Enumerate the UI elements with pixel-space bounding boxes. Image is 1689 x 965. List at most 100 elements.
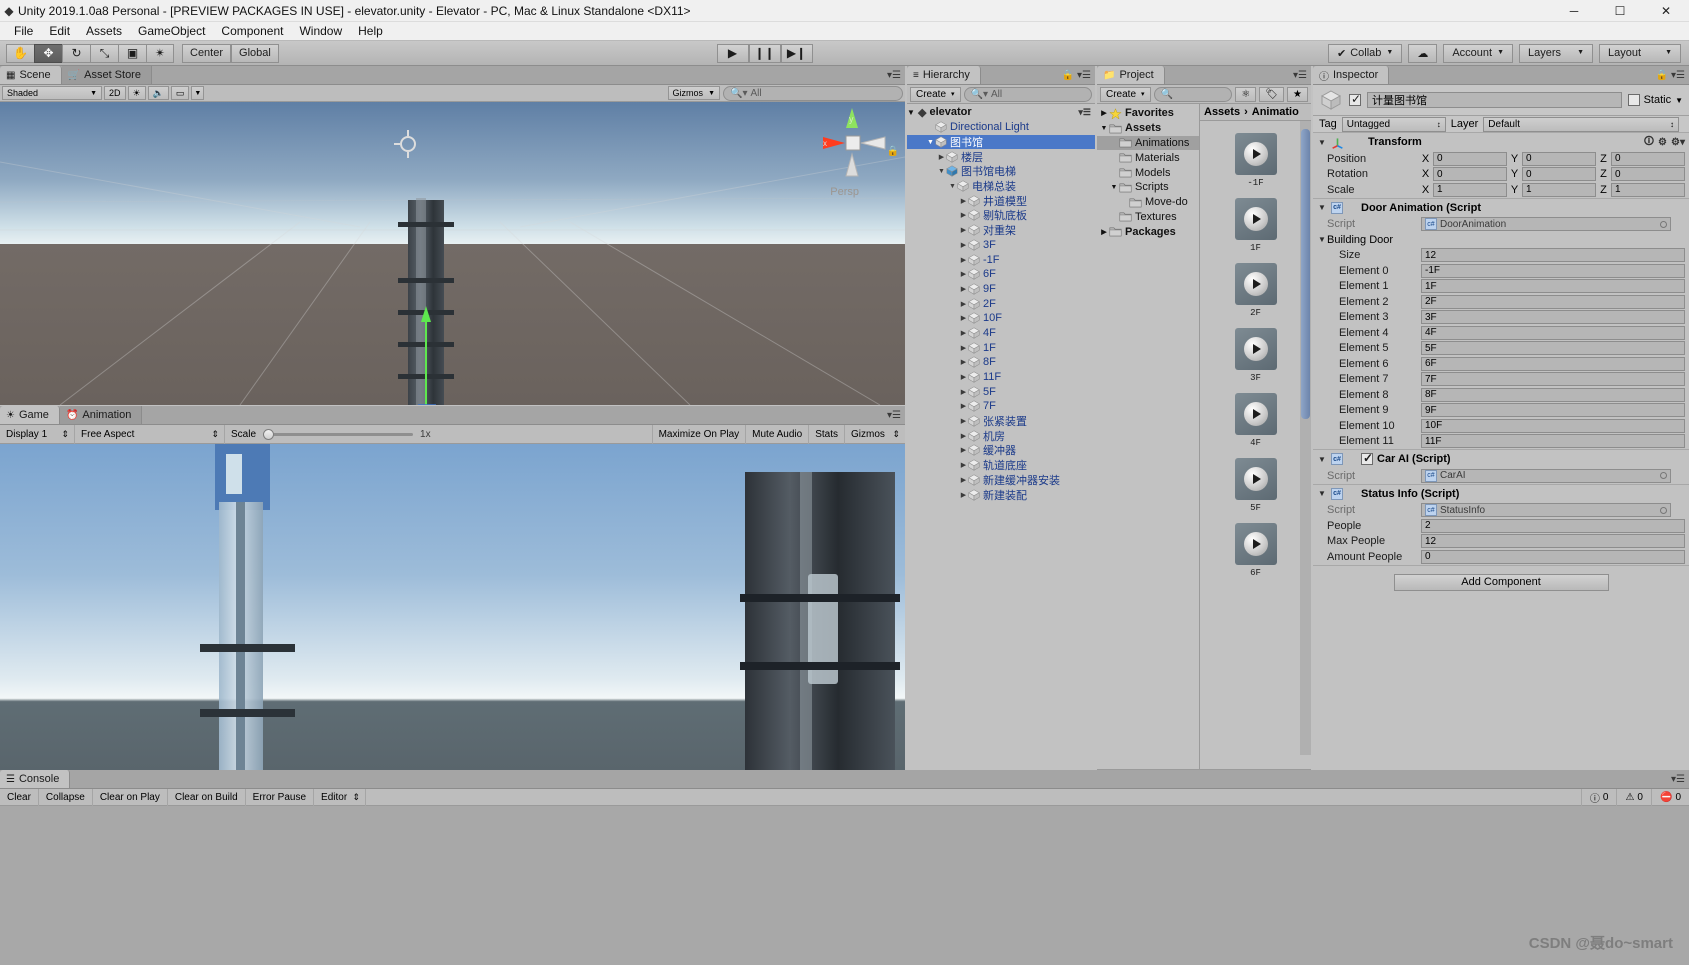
scale-slider[interactable] — [263, 428, 414, 440]
chevron-right-icon[interactable]: ▶ — [959, 491, 968, 499]
scale-slider-knob[interactable] — [263, 428, 275, 440]
console-clear-button[interactable]: Clear — [0, 788, 39, 806]
asset-item[interactable]: 5F — [1200, 458, 1311, 513]
chevron-right-icon[interactable]: ▶ — [959, 373, 968, 381]
menu-component[interactable]: Component — [213, 23, 291, 39]
object-picker-icon[interactable] — [1660, 472, 1667, 480]
transform-z-input[interactable]: 0 — [1611, 167, 1685, 182]
chevron-right-icon[interactable]: ▶ — [959, 211, 968, 219]
chevron-right-icon[interactable]: ▶ — [937, 153, 946, 161]
rect-tool-icon[interactable]: ▣ — [118, 43, 146, 63]
rotate-tool-icon[interactable]: ↻ — [62, 43, 90, 63]
display-dropdown[interactable]: Display 1 — [0, 424, 75, 444]
building-door-array-header[interactable]: ▼ Building Door — [1313, 232, 1689, 248]
chevron-down-icon[interactable]: ▼ — [1675, 96, 1683, 105]
scene-viewport[interactable]: y x 🔒 Persp — [0, 102, 905, 405]
move-gizmo[interactable] — [390, 292, 470, 405]
scene-lighting-icon[interactable]: ☀ — [127, 86, 146, 100]
static-toggle-group[interactable]: Static ▼ — [1627, 94, 1683, 106]
step-button[interactable]: ▶❙ — [780, 43, 813, 63]
console-error-count[interactable]: ⛔ 0 — [1650, 788, 1689, 806]
hierarchy-item[interactable]: ▶ 9F — [907, 282, 1095, 297]
scene-view-axis-gizmo[interactable]: y x — [815, 106, 889, 180]
chevron-down-icon[interactable]: ▼ — [948, 183, 957, 190]
animation-clip-thumbnail[interactable] — [1234, 328, 1277, 370]
chevron-right-icon[interactable]: ▶ — [959, 241, 968, 249]
chevron-right-icon[interactable]: ▶ — [959, 300, 968, 308]
project-folder-item[interactable]: ▼ Assets — [1097, 121, 1199, 136]
maximize-on-play-toggle[interactable]: Maximize On Play — [651, 424, 747, 444]
hierarchy-item[interactable]: ▶ 5F — [907, 384, 1095, 399]
chevron-down-icon[interactable]: ▼ — [907, 108, 918, 117]
chevron-right-icon[interactable]: ▶ — [959, 226, 968, 234]
console-clear-on-play-button[interactable]: Clear on Play — [93, 788, 168, 806]
array-element-value[interactable]: 1F — [1421, 279, 1685, 294]
help-icon[interactable]: 🛈 — [1644, 134, 1654, 151]
tab-project[interactable]: 📁 Project — [1097, 66, 1165, 84]
array-element-value[interactable]: 10F — [1421, 418, 1685, 433]
array-element-value[interactable]: 5F — [1421, 341, 1685, 356]
maximize-button[interactable]: ☐ — [1597, 0, 1643, 22]
mute-audio-toggle[interactable]: Mute Audio — [746, 424, 810, 444]
gizmos-dropdown[interactable]: Gizmos ▼ — [667, 86, 720, 100]
settings-icon[interactable]: ⚙▾ — [1671, 137, 1685, 148]
hierarchy-item[interactable]: ▶ 剔轨底板 — [907, 208, 1095, 223]
hierarchy-tab-controls[interactable]: 🔒 ▾☰ — [1062, 70, 1091, 81]
console-error-pause-button[interactable]: Error Pause — [246, 788, 315, 806]
chevron-down-icon[interactable]: ▼ — [1109, 184, 1119, 191]
hierarchy-item[interactable]: ▶ 1F — [907, 340, 1095, 355]
chevron-right-icon[interactable]: ▶ — [959, 476, 968, 484]
console-info-count[interactable]: ⓘ 0 — [1580, 788, 1617, 806]
scene-tab-menu[interactable]: ▾☰ — [887, 70, 901, 81]
car-ai-header[interactable]: ▼ c# Car AI (Script) — [1313, 450, 1689, 468]
breadcrumb-animations[interactable]: Animatio — [1252, 106, 1299, 118]
hierarchy-scene-root[interactable]: ▼ ◆ elevator ▾☰ — [907, 104, 1095, 120]
car-ai-enabled-checkbox[interactable] — [1361, 451, 1373, 465]
project-folder-item[interactable]: ▶ Favorites — [1097, 106, 1199, 121]
animation-clip-thumbnail[interactable] — [1234, 198, 1277, 240]
chevron-right-icon[interactable]: ▶ — [959, 432, 968, 440]
chevron-down-icon[interactable]: ▼ — [1099, 125, 1109, 132]
animation-clip-thumbnail[interactable] — [1234, 393, 1277, 435]
transform-z-input[interactable]: 0 — [1611, 151, 1685, 166]
hierarchy-item[interactable]: ▼ 图书馆电梯 — [907, 164, 1095, 179]
chevron-down-icon[interactable]: ▼ — [1317, 489, 1327, 498]
shading-mode-dropdown[interactable]: Shaded ▼ — [2, 86, 102, 100]
asset-item[interactable]: 6F — [1200, 523, 1311, 578]
hierarchy-item[interactable]: ▶ 11F — [907, 370, 1095, 385]
hierarchy-search-input[interactable]: 🔍▾ All — [963, 86, 1092, 102]
layout-button[interactable]: Layout ▼ — [1599, 43, 1681, 63]
chevron-down-icon[interactable]: ▼ — [1317, 138, 1327, 147]
move-tool-icon[interactable]: ✥ — [34, 43, 62, 63]
transform-x-input[interactable]: 0 — [1433, 167, 1507, 182]
console-clear-on-build-button[interactable]: Clear on Build — [168, 788, 246, 806]
project-scrollbar-thumb[interactable] — [1301, 129, 1310, 419]
project-search-input[interactable]: 🔍 — [1153, 86, 1233, 102]
project-folder-item[interactable]: Materials — [1097, 150, 1199, 165]
hierarchy-item[interactable]: ▶ 机房 — [907, 428, 1095, 443]
animation-clip-thumbnail[interactable] — [1234, 133, 1277, 175]
scene-fx-dropdown-icon[interactable]: ▼ — [191, 86, 205, 100]
chevron-right-icon[interactable]: ▶ — [959, 461, 968, 469]
chevron-down-icon[interactable]: ▼ — [1317, 455, 1327, 464]
array-element-value[interactable]: -1F — [1421, 263, 1685, 278]
tag-dropdown[interactable]: Untagged ↕ — [1341, 116, 1446, 132]
door-animation-header[interactable]: ▼ c# Door Animation (Script — [1313, 198, 1689, 217]
game-tab-menu[interactable]: ▾☰ — [887, 410, 901, 421]
project-folder-item[interactable]: ▼ Scripts — [1097, 180, 1199, 195]
menu-assets[interactable]: Assets — [78, 23, 130, 39]
hierarchy-item[interactable]: ▶ 井道模型 — [907, 193, 1095, 208]
hierarchy-item[interactable]: ▶ 对重架 — [907, 223, 1095, 238]
project-folder-item[interactable]: Textures — [1097, 210, 1199, 225]
menu-help[interactable]: Help — [350, 23, 391, 39]
hierarchy-item[interactable]: ▼ 图书馆 — [907, 134, 1095, 150]
status-row-value[interactable]: 12 — [1421, 534, 1685, 549]
hierarchy-item[interactable]: ▶ 2F — [907, 296, 1095, 311]
hand-tool-icon[interactable]: ✋ — [6, 43, 34, 63]
transform-y-input[interactable]: 1 — [1522, 182, 1596, 197]
static-checkbox[interactable] — [1627, 94, 1640, 106]
scale-tool-icon[interactable]: ⤡ — [90, 43, 118, 63]
object-picker-icon[interactable] — [1660, 506, 1667, 514]
menu-window[interactable]: Window — [291, 23, 350, 39]
object-picker-icon[interactable] — [1660, 220, 1667, 228]
